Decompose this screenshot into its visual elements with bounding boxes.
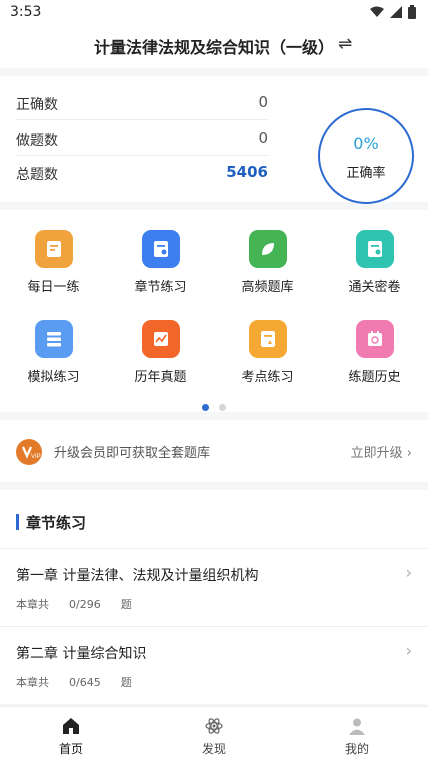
grid-item-label: 练题历史	[348, 370, 401, 385]
grid-item-secret[interactable]: 通关密卷	[321, 230, 428, 308]
grid-item-daily[interactable]: 每日一练	[0, 230, 107, 308]
grid-item-frequent[interactable]: 高频题库	[214, 230, 321, 308]
upgrade-text: 升级会员即可获取全套题库	[54, 446, 211, 461]
chapter-meta: 本章共 0/645 题	[16, 676, 132, 689]
tab-label: 首页	[58, 742, 83, 756]
tab-profile[interactable]: 我的	[286, 707, 428, 760]
accuracy-label: 正确率	[346, 166, 386, 181]
page-dot-active[interactable]	[202, 404, 210, 411]
accuracy-value: 0%	[353, 134, 379, 153]
chapter-name: 第二章 计量综合知识	[16, 646, 147, 662]
tab-home[interactable]: 首页	[0, 707, 142, 760]
stat-value: 5406	[226, 163, 268, 181]
page-title[interactable]: 计量法律法规及综合知识（一级）	[0, 34, 428, 58]
stat-label: 总题数	[16, 167, 58, 183]
grid-item-history[interactable]: 练题历史	[321, 320, 428, 398]
grid-item-label: 高频题库	[241, 280, 294, 295]
wifi-icon	[370, 6, 384, 17]
tab-label: 发现	[201, 742, 226, 756]
accuracy-ring: 0% 正确率	[318, 108, 414, 204]
chapter-name: 第一章 计量法律、法规及计量组织机构	[16, 568, 259, 584]
function-grid: 每日一练 章节练习 高频题库 通关密卷 模拟练习 历年真题 考点练习 练题历史	[0, 210, 428, 412]
stat-value: 0	[258, 93, 268, 111]
signal-icon	[390, 6, 402, 18]
grid-item-label: 章节练习	[134, 280, 187, 295]
grid-item-label: 模拟练习	[27, 370, 80, 385]
leaf-icon	[249, 230, 287, 268]
upgrade-now-link[interactable]: 立即升级 ›	[351, 442, 412, 461]
tab-label: 我的	[344, 742, 369, 756]
chapter-practice-icon	[142, 230, 180, 268]
profile-icon	[346, 715, 368, 737]
grid-item-mock[interactable]: 模拟练习	[0, 320, 107, 398]
chevron-right-icon: ›	[406, 446, 412, 461]
status-time: 3:53	[10, 4, 42, 20]
upgrade-banner[interactable]: VIP 升级会员即可获取全套题库 立即升级 ›	[0, 420, 428, 482]
stat-done: 做题数 0	[16, 122, 268, 156]
grid-item-keypoints[interactable]: 考点练习	[214, 320, 321, 398]
mock-practice-icon	[35, 320, 73, 358]
chevron-right-icon: ›	[405, 563, 412, 582]
history-icon	[356, 320, 394, 358]
svg-text:VIP: VIP	[31, 454, 41, 460]
page-indicator	[0, 396, 428, 415]
stat-correct: 正确数 0	[16, 86, 268, 120]
chapter-item[interactable]: 第一章 计量法律、法规及计量组织机构 本章共 0/296 题 ›	[0, 548, 428, 624]
battery-icon	[408, 5, 416, 19]
grid-item-label: 考点练习	[241, 370, 294, 385]
stat-label: 做题数	[16, 133, 58, 149]
grid-item-label: 每日一练	[27, 280, 80, 295]
grid-item-chapter[interactable]: 章节练习	[107, 230, 214, 308]
grid-item-past[interactable]: 历年真题	[107, 320, 214, 398]
vip-icon: VIP	[16, 439, 42, 465]
stat-value: 0	[258, 129, 268, 147]
chapter-item[interactable]: 第二章 计量综合知识 本章共 0/645 题 ›	[0, 626, 428, 702]
stats-card: 正确数 0 做题数 0 总题数 5406 0% 正确率	[0, 76, 428, 204]
tab-discover[interactable]: 发现	[143, 707, 285, 760]
grid-item-label: 历年真题	[134, 370, 187, 385]
stat-label: 正确数	[16, 97, 58, 113]
switch-subject-icon[interactable]: ⇌	[338, 34, 352, 54]
key-points-icon	[249, 320, 287, 358]
daily-practice-icon	[35, 230, 73, 268]
app-header: 计量法律法规及综合知识（一级） ⇌	[0, 26, 428, 68]
bottom-tab-bar: 首页 发现 我的	[0, 706, 428, 760]
page-dot[interactable]	[218, 404, 226, 411]
discover-icon	[203, 715, 225, 737]
past-exams-icon	[142, 320, 180, 358]
grid-item-label: 通关密卷	[348, 280, 401, 295]
chapter-section: 章节练习 第一章 计量法律、法规及计量组织机构 本章共 0/296 题 › 第二章 …	[0, 490, 428, 704]
stat-total: 总题数 5406	[16, 156, 268, 190]
secret-paper-icon	[356, 230, 394, 268]
chevron-right-icon: ›	[405, 641, 412, 660]
chapter-meta: 本章共 0/296 题	[16, 598, 132, 611]
status-bar: 3:53	[0, 0, 428, 26]
section-title: 章节练习	[16, 512, 86, 533]
home-icon	[60, 715, 82, 737]
